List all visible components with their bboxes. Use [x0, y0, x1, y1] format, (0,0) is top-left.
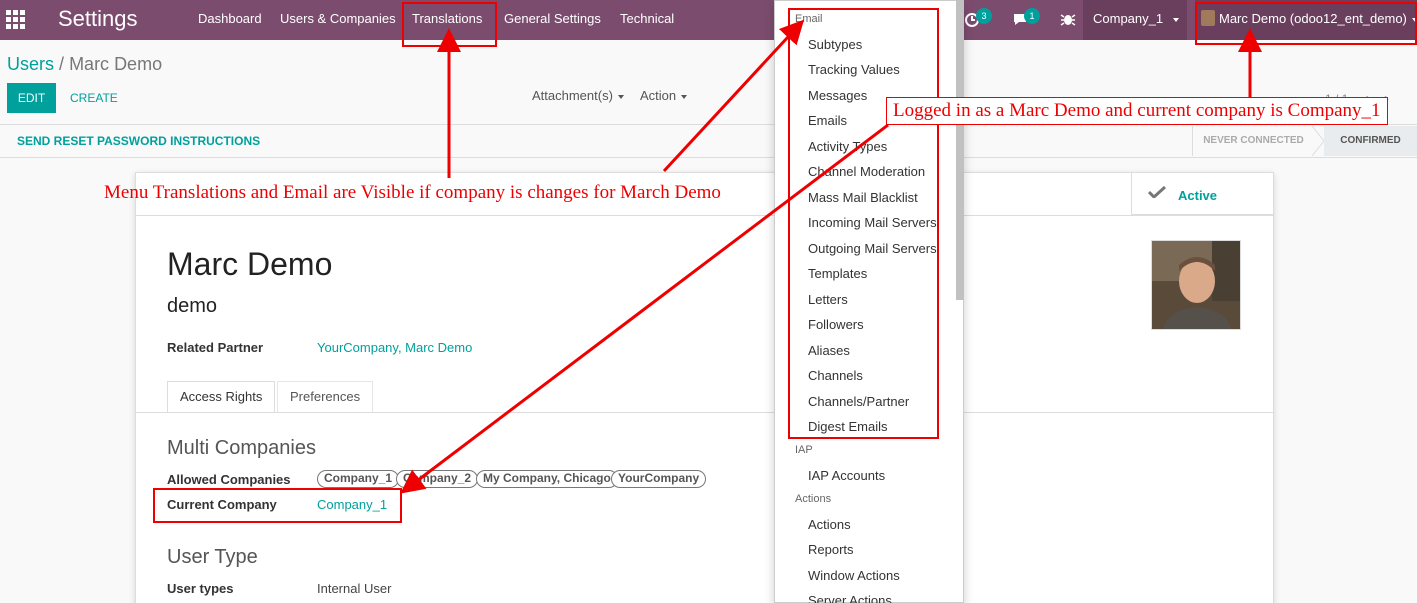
user-types-value: Internal User	[317, 581, 392, 596]
button-box-divider	[135, 215, 1274, 216]
dropdown-header-actions: Actions	[795, 493, 832, 505]
company-tag[interactable]: Company_2	[396, 470, 479, 488]
annotation-box-user-menu	[1195, 2, 1417, 45]
dropdown-header-iap: IAP	[795, 444, 813, 456]
menu-technical[interactable]: Technical	[620, 0, 674, 40]
action-dropdown[interactable]: Action	[640, 88, 688, 103]
attachments-dropdown[interactable]: Attachment(s)	[532, 88, 624, 103]
tab-preferences[interactable]: Preferences	[277, 381, 374, 413]
app-title: Settings	[58, 6, 138, 31]
company-tag[interactable]: My Company, Chicago	[476, 470, 618, 488]
chevron-down-icon	[1173, 18, 1179, 22]
active-toggle-button[interactable]: Active	[1131, 172, 1274, 215]
breadcrumb: Users / Marc Demo	[7, 54, 162, 75]
create-button[interactable]: CREATE	[70, 91, 118, 105]
attachments-label: Attachment(s)	[532, 88, 613, 103]
breadcrumb-current: Marc Demo	[69, 54, 163, 74]
user-name-title: Marc Demo	[167, 246, 333, 282]
annotation-box-email-menu	[788, 8, 939, 439]
company-tag[interactable]: YourCompany	[611, 470, 707, 488]
apps-menu-icon[interactable]	[6, 10, 26, 30]
tab-access-rights[interactable]: Access Rights	[167, 381, 276, 413]
allowed-companies-label: Allowed Companies	[167, 472, 291, 487]
debug-bug-icon[interactable]	[1060, 11, 1076, 27]
action-label: Action	[640, 88, 677, 103]
active-label: Active	[1178, 188, 1218, 203]
portrait-image	[1152, 241, 1240, 329]
menu-item-server-actions[interactable]: Server Actions	[808, 593, 892, 603]
annotation-box-translations	[402, 2, 497, 47]
user-types-label: User types	[167, 581, 234, 596]
menu-item-iap-accounts[interactable]: IAP Accounts	[808, 468, 885, 483]
chevron-down-icon	[617, 94, 624, 99]
related-partner-label: Related Partner	[167, 340, 264, 355]
send-reset-password-button[interactable]: SEND RESET PASSWORD INSTRUCTIONS	[17, 134, 260, 148]
multi-companies-heading: Multi Companies	[167, 437, 316, 459]
breadcrumb-users-link[interactable]: Users	[7, 54, 54, 74]
annotation-menu-visibility-note: Menu Translations and Email are Visible …	[104, 182, 721, 203]
dropdown-scrollbar[interactable]	[956, 0, 964, 300]
stage-never-connected[interactable]: NEVER CONNECTED	[1192, 126, 1314, 156]
activity-count-badge: 3	[976, 8, 992, 24]
statusbar-divider	[0, 157, 1417, 158]
menu-dashboard[interactable]: Dashboard	[198, 0, 262, 40]
company-switcher[interactable]: Company_1	[1083, 0, 1187, 40]
current-company-label: Company_1	[1093, 11, 1164, 26]
menu-general-settings[interactable]: General Settings	[504, 0, 601, 40]
stage-arrow	[1312, 126, 1324, 156]
menu-item-window-actions[interactable]: Window Actions	[808, 568, 900, 583]
menu-item-actions[interactable]: Actions	[808, 517, 851, 532]
company-tag[interactable]: Company_1	[317, 470, 400, 488]
chevron-down-icon	[681, 94, 688, 99]
related-partner-link[interactable]: YourCompany, Marc Demo	[317, 340, 472, 355]
tabs-divider	[135, 412, 1274, 413]
annotation-login-note: Logged in as a Marc Demo and current com…	[886, 97, 1388, 125]
user-avatar-photo[interactable]	[1151, 240, 1241, 330]
user-type-heading: User Type	[167, 546, 258, 568]
message-count-badge: 1	[1024, 8, 1040, 24]
menu-item-reports[interactable]: Reports	[808, 542, 854, 557]
annotation-box-current-company	[153, 488, 402, 523]
edit-button[interactable]: EDIT	[7, 83, 56, 113]
check-icon	[1148, 186, 1166, 198]
breadcrumb-separator: /	[59, 54, 65, 74]
menu-users-companies[interactable]: Users & Companies	[280, 0, 396, 40]
user-login: demo	[167, 295, 218, 317]
stage-confirmed[interactable]: CONFIRMED	[1324, 126, 1417, 156]
